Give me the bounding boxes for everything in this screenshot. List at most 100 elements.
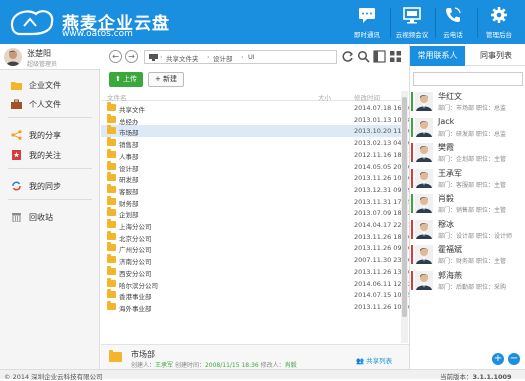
folder-icon: [107, 195, 116, 205]
grid-view-icon[interactable]: [389, 50, 402, 63]
tab-colleague-list[interactable]: 同事列表: [466, 46, 525, 66]
table-row[interactable]: 设计部 2014.05.05 20:30: [101, 160, 412, 173]
avatar: [415, 92, 433, 111]
contact-item[interactable]: 霍福斌 部门：财务部 职位：主管: [410, 242, 525, 267]
contact-detail: 部门：市场部 职位：总监: [438, 103, 506, 112]
status-bar: © 2014 深圳企业云科技有限公司 当前版本：3.1.1.1009: [0, 369, 525, 381]
sidebar-item-label: 我的同步: [29, 182, 61, 191]
contact-name: Jack: [438, 116, 455, 126]
folder-icon: [107, 148, 116, 158]
avatar: [415, 168, 433, 188]
contact-item[interactable]: 穆冰 部门：设计部 职位：设计师: [410, 217, 525, 242]
search-icon[interactable]: [357, 50, 370, 63]
app-header: 燕麦企业云盘 www.oatos.com 即时通讯 云视频会议 云电话 管理后台: [0, 0, 525, 44]
contact-name: 霍福斌: [438, 245, 462, 254]
table-row[interactable]: 济南分公司 2007.11.30 23:36: [101, 254, 412, 266]
contact-item[interactable]: 华红文 部门：市场部 职位：总监: [410, 89, 525, 114]
folder-icon: [107, 137, 116, 147]
table-row[interactable]: 总经办 2013.01.13 10:28: [101, 113, 412, 126]
brand-url: www.oatos.com: [62, 29, 133, 39]
sidebar-item-my-share[interactable]: 我的分享: [0, 126, 100, 144]
contact-dept: 部门：设计部: [438, 232, 475, 240]
sidebar-item-personal-files[interactable]: 个人文件: [0, 95, 100, 113]
back-button[interactable]: ←: [109, 50, 122, 63]
breadcrumb-item[interactable]: UI: [248, 53, 255, 61]
refresh-icon[interactable]: [341, 50, 354, 63]
admin-console-button[interactable]: 管理后台: [476, 6, 522, 39]
table-row[interactable]: 企划部 2013.07.09 18:22: [101, 207, 412, 219]
table-row[interactable]: 客服部 2013.12.31 09:59: [101, 183, 412, 196]
table-row[interactable]: 人事部 2012.11.16 18:01: [101, 148, 412, 161]
table-row[interactable]: 市场部 2013.10.20 11:30: [101, 125, 412, 137]
sidebar-item-enterprise-files[interactable]: 企业文件: [0, 76, 100, 94]
upload-button[interactable]: ⬆ 上传: [109, 72, 143, 87]
video-conference-button[interactable]: 云视频会议: [389, 6, 435, 39]
sidebar-item-my-sync[interactable]: 我的同步: [0, 177, 100, 195]
new-label: 新建: [163, 75, 178, 83]
status-indicator: [411, 143, 413, 162]
folder-icon: [107, 207, 116, 217]
file-name: 海外事业部: [119, 304, 152, 313]
forward-button[interactable]: →: [125, 50, 138, 63]
folder-icon: [107, 183, 116, 193]
column-name[interactable]: 文件名: [107, 92, 127, 102]
sidebar-item-recycle-bin[interactable]: 回收站: [0, 208, 100, 226]
add-contact-button[interactable]: +: [492, 353, 504, 365]
folder-icon: [107, 300, 116, 310]
instant-message-button[interactable]: 即时通讯: [344, 6, 390, 39]
contact-dept: 部门：客服部: [438, 181, 475, 189]
table-row[interactable]: 哈尔滨分公司 2014.06.11 12:12: [101, 277, 412, 290]
file-name: 总经办: [119, 117, 139, 126]
contact-item[interactable]: 王承军 部门：客服部 职位：主管: [410, 166, 525, 191]
file-list: 文件名 大小 修改时间 共享文件 2014.07.18 16:26 总经办 2013.…: [101, 90, 412, 345]
share-list-link[interactable]: 👥 共享列表: [356, 355, 392, 365]
enterprise-files-icon: [11, 82, 22, 90]
contact-name: 穆冰: [438, 219, 454, 229]
table-row[interactable]: 海外事业部 2013.11.26 10:36: [101, 300, 412, 313]
contact-item[interactable]: 樊霞 部门：企划部 职位：主管: [410, 140, 525, 165]
sidebar-item-label: 企业文件: [29, 81, 61, 90]
contact-search-input[interactable]: [413, 72, 523, 86]
column-time[interactable]: 修改时间: [354, 92, 380, 102]
version-value: 3.1.1.1009: [472, 373, 512, 381]
cloud-phone-label: 云电话: [443, 31, 463, 39]
contact-title: 职位：总监: [475, 105, 506, 112]
sidebar-item-my-follow[interactable]: 我的关注: [0, 146, 100, 164]
table-row[interactable]: 上海分公司 2014.04.17 22:41: [101, 219, 412, 231]
folder-icon: [107, 289, 116, 299]
user-profile[interactable]: 张楚阳 超级管理员: [0, 44, 100, 70]
admin-console-label: 管理后台: [486, 31, 512, 39]
cloud-phone-button[interactable]: 云电话: [430, 6, 476, 39]
table-row[interactable]: 北京分公司 2013.11.26 18:36: [101, 230, 412, 243]
file-name: 人事部: [119, 152, 139, 161]
table-row[interactable]: 销售部 2013.02.13 04:16: [101, 137, 412, 149]
remove-contact-button[interactable]: −: [508, 353, 520, 365]
version: 当前版本：3.1.1.1009: [440, 371, 512, 381]
breadcrumb-item[interactable]: 设计部: [213, 53, 233, 63]
oatos-logo: [10, 10, 54, 36]
table-row[interactable]: 香港事业部 2014.07.15 10:45: [101, 289, 412, 301]
contact-item[interactable]: 郭海燕 部门：后勤部 职位：采购: [410, 268, 525, 293]
tab-frequent-contacts[interactable]: 常用联系人: [410, 46, 465, 66]
table-row[interactable]: 财务部 2013.11.31 17:45: [101, 195, 412, 208]
new-button[interactable]: + 新建: [148, 72, 184, 87]
status-indicator: [411, 92, 413, 111]
breadcrumb-item[interactable]: 共享文件夹: [166, 53, 199, 63]
file-name: 上海分公司: [119, 223, 152, 231]
upload-label: 上传: [123, 75, 138, 83]
contact-item[interactable]: Jack 部门：研发部 职位：总监: [410, 115, 525, 140]
file-list-scrollbar[interactable]: [401, 91, 408, 343]
table-row[interactable]: 共享文件 2014.07.18 16:26: [101, 102, 412, 114]
table-row[interactable]: 广州分公司 2013.11.26 09:36: [101, 242, 412, 254]
list-view-icon[interactable]: [373, 50, 386, 63]
table-row[interactable]: 西安分公司 2013.11.26 13:36: [101, 265, 412, 278]
sidebar: 张楚阳 超级管理员 企业文件 个人文件 我的分享 我的关注 我的同步 回收站: [0, 44, 100, 369]
folder-icon: [107, 125, 116, 135]
video-conference-icon: [403, 7, 421, 24]
column-size[interactable]: 大小: [318, 92, 331, 102]
creator-label: 创建人：: [131, 362, 156, 369]
contact-name: 郭海燕: [438, 270, 462, 280]
table-row[interactable]: 研发部 2013.11.26 10:36: [101, 172, 412, 184]
contact-item[interactable]: 肖毅 部门：销售部 职位：主管: [410, 191, 525, 216]
status-indicator: [411, 245, 413, 264]
